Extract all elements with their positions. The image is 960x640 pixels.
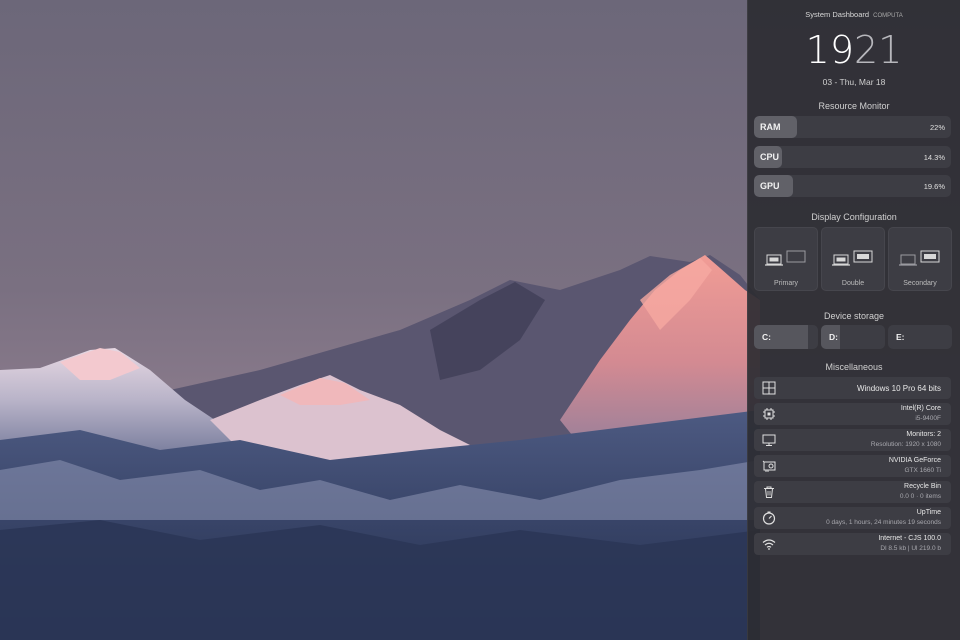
recycle-bin-contents: 0.0 0 · 0 items bbox=[899, 493, 941, 500]
miscellaneous-title: Miscellaneous bbox=[825, 362, 883, 372]
ram-label: RAM bbox=[760, 122, 781, 132]
monitors-resolution: Resolution: 1920 x 1080 bbox=[870, 441, 941, 448]
wifi-icon bbox=[762, 539, 776, 550]
double-label: Double bbox=[841, 280, 865, 287]
date-label: 03 - Thu, Mar 18 bbox=[822, 77, 886, 87]
uptime-value: 0 days, 1 hours, 24 minutes 19 seconds bbox=[826, 519, 941, 526]
gpu-info-row[interactable]: NVIDIA GeForce GTX 1660 Ti bbox=[754, 455, 951, 477]
internet-row[interactable]: Internet - CJS 100.0 Dl 8.5 kb | Ul 219.… bbox=[754, 533, 951, 555]
cpu-usage-bar[interactable]: CPU 14.3% bbox=[754, 146, 951, 168]
monitor-icon bbox=[762, 434, 776, 446]
uptime-row[interactable]: UpTime 0 days, 1 hours, 24 minutes 19 se… bbox=[754, 507, 951, 529]
device-storage-title: Device storage bbox=[823, 311, 885, 321]
gpu-name: NVIDIA GeForce bbox=[888, 457, 941, 464]
drive-e-button[interactable]: E: bbox=[888, 325, 952, 349]
drive-c-button[interactable]: C: bbox=[754, 325, 818, 349]
cpu-chip-icon bbox=[763, 408, 775, 420]
cpu-label: CPU bbox=[760, 152, 780, 162]
panel-subtitle: COMPUTA bbox=[873, 13, 903, 19]
uptime-clock-icon bbox=[762, 511, 776, 525]
gpu-value: 19.6% bbox=[923, 182, 945, 191]
display-mode-primary-button[interactable]: Primary bbox=[754, 227, 818, 291]
drive-c-label: C: bbox=[762, 332, 771, 342]
clock-minutes: 21 bbox=[854, 28, 903, 72]
gpu-model: GTX 1660 Ti bbox=[904, 467, 942, 474]
cpu-value: 14.3% bbox=[923, 153, 945, 162]
display-configuration-title: Display Configuration bbox=[811, 212, 897, 222]
display-mode-secondary-button[interactable]: Secondary bbox=[888, 227, 952, 291]
recycle-bin-icon bbox=[764, 486, 774, 498]
display-mode-double-button[interactable]: Double bbox=[821, 227, 885, 291]
gpu-usage-bar[interactable]: GPU 19.6% bbox=[754, 175, 951, 197]
secondary-display-icon bbox=[899, 250, 940, 266]
drive-e-label: E: bbox=[896, 332, 905, 342]
windows-icon bbox=[762, 381, 776, 395]
panel-title: System Dashboard bbox=[805, 10, 870, 19]
cpu-info-row[interactable]: Intel(R) Core i5-9400F bbox=[754, 403, 951, 425]
gpu-label: GPU bbox=[760, 181, 780, 191]
monitors-info-row[interactable]: Monitors: 2 Resolution: 1920 x 1080 bbox=[754, 429, 951, 451]
recycle-bin-title: Recycle Bin bbox=[904, 483, 941, 490]
internet-status: Internet - CJS 100.0 bbox=[878, 535, 941, 542]
gpu-card-icon bbox=[762, 460, 776, 472]
primary-display-icon bbox=[765, 250, 806, 266]
ram-usage-bar[interactable]: RAM 22% bbox=[754, 116, 951, 138]
os-name: Windows 10 Pro 64 bits bbox=[856, 384, 941, 393]
clock: 1921 bbox=[748, 28, 960, 72]
recycle-bin-row[interactable]: Recycle Bin 0.0 0 · 0 items bbox=[754, 481, 951, 503]
resource-monitor-title: Resource Monitor bbox=[818, 101, 890, 111]
cpu-model: i5-9400F bbox=[915, 415, 941, 422]
double-display-icon bbox=[832, 250, 873, 266]
monitors-count: Monitors: 2 bbox=[906, 431, 941, 438]
panel-header: System Dashboard COMPUTA bbox=[748, 10, 960, 19]
internet-speed: Dl 8.5 kb | Ul 219.0 b bbox=[880, 545, 941, 552]
secondary-label: Secondary bbox=[903, 280, 937, 287]
clock-hours: 19 bbox=[805, 28, 854, 72]
ram-value: 22% bbox=[929, 123, 945, 132]
uptime-title: UpTime bbox=[916, 509, 941, 516]
primary-label: Primary bbox=[773, 280, 799, 287]
cpu-name: Intel(R) Core bbox=[900, 405, 941, 412]
drive-d-label: D: bbox=[829, 332, 838, 342]
os-info-row[interactable]: Windows 10 Pro 64 bits bbox=[754, 377, 951, 399]
drive-d-button[interactable]: D: bbox=[821, 325, 885, 349]
